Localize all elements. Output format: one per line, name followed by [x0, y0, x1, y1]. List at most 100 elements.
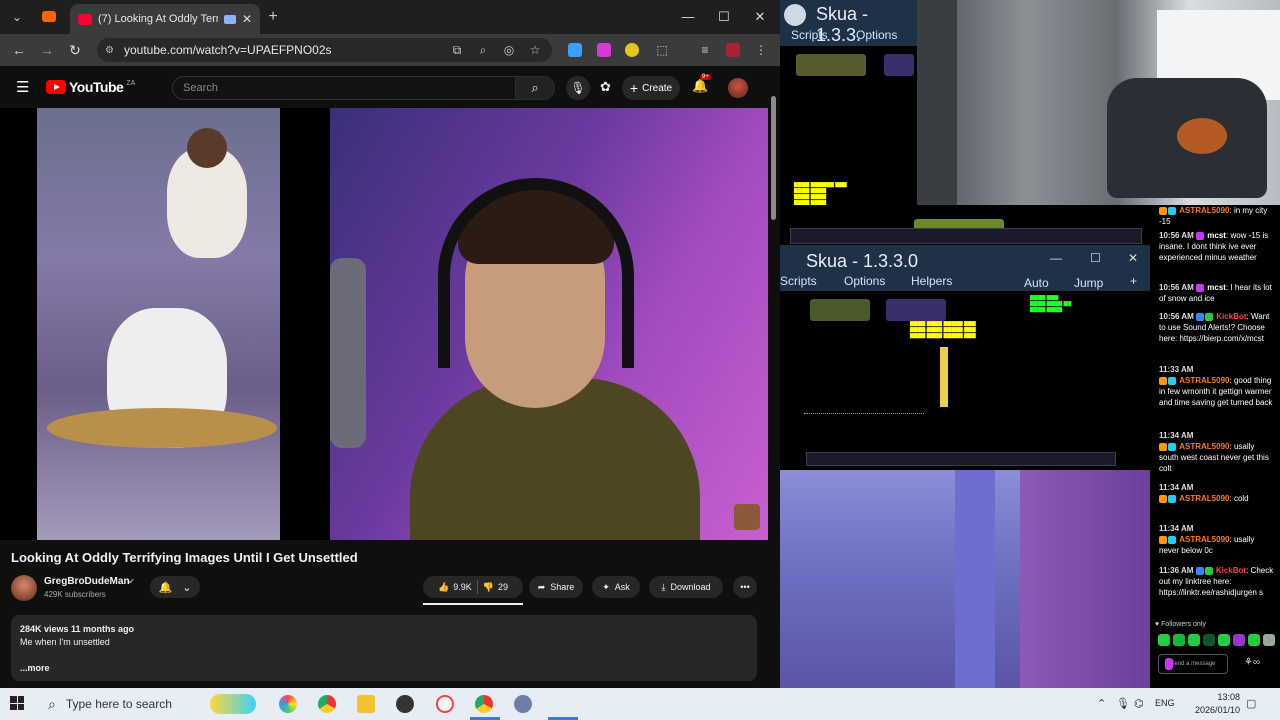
skua-menu-auto[interactable]: Auto — [1024, 276, 1049, 290]
install-app-icon[interactable]: ⧉ — [448, 41, 466, 59]
emote-icon[interactable] — [1203, 634, 1215, 646]
app-icon[interactable] — [436, 695, 454, 713]
more-actions-button[interactable]: ••• — [733, 576, 757, 598]
extension-3-icon[interactable] — [625, 43, 639, 57]
browser-menu-icon[interactable]: ⋮ — [752, 41, 770, 59]
taskbar-search-text: Type here to search — [65, 697, 172, 711]
extension-toolbar-icon[interactable]: ✿ — [600, 79, 611, 95]
bookmark-star-icon[interactable]: ☆ — [526, 41, 544, 59]
video-inset-dancers — [37, 108, 280, 540]
chrome-icon[interactable] — [318, 695, 336, 713]
skua-menu-add[interactable]: + — [1130, 274, 1137, 288]
chat-message: 11:34 AM ASTRAL5090: usally never below … — [1159, 524, 1255, 555]
channel-avatar[interactable] — [11, 575, 37, 601]
youtube-logo[interactable]: YouTube ZA — [46, 79, 135, 95]
windows-start-icon[interactable] — [10, 696, 24, 710]
tracking-protection-icon[interactable]: ◎ — [500, 41, 518, 59]
voice-search-icon[interactable]: 🎙 — [566, 76, 590, 100]
bell-icon: 🔔 — [158, 581, 173, 594]
chat-settings-icon[interactable]: ⚘∞ — [1244, 657, 1260, 668]
skua-close-button[interactable]: ✕ — [1128, 251, 1138, 265]
scrollbar-thumb[interactable] — [771, 96, 776, 220]
search-button[interactable]: ⌕ — [515, 76, 555, 100]
search-input[interactable]: Search — [172, 76, 516, 100]
emote-icon[interactable] — [1188, 634, 1200, 646]
zoom-icon[interactable]: ⌕ — [474, 41, 492, 59]
create-button[interactable]: + Create — [622, 76, 680, 100]
chat-username[interactable]: ASTRAL5090 — [1179, 376, 1229, 385]
emote-icon[interactable] — [1263, 634, 1275, 646]
dislike-button[interactable]: 👎 29 — [483, 582, 508, 593]
profile-icon[interactable] — [726, 43, 740, 57]
emote-icon[interactable] — [1218, 634, 1230, 646]
emote-icon[interactable] — [1173, 634, 1185, 646]
emote-icon[interactable] — [1158, 634, 1170, 646]
tab-close-icon[interactable]: ✕ — [242, 12, 252, 26]
microphone-tray-icon[interactable]: 🎙 — [1116, 697, 1130, 710]
emote-icon[interactable] — [1248, 634, 1260, 646]
extension-1-icon[interactable] — [568, 43, 582, 57]
like-button[interactable]: 👍 9.9K — [438, 582, 472, 593]
plus-icon: + — [629, 80, 639, 96]
channel-name[interactable]: GregBroDudeMan — [44, 576, 130, 587]
clock[interactable]: 13:08 2026/01/10 — [1192, 691, 1240, 717]
extensions-puzzle-icon[interactable]: ⬚ — [653, 41, 671, 59]
extension-2-icon[interactable] — [597, 43, 611, 57]
notifications-bell-icon[interactable]: 🔔 — [692, 78, 708, 94]
inactive-tab-favicon[interactable] — [42, 11, 56, 22]
stream-chat: ASTRAL5090: in my city -15 10:56 AM mcst… — [1150, 205, 1280, 688]
skua-top-menu-options[interactable]: Options — [856, 28, 897, 42]
video-player[interactable] — [0, 108, 768, 540]
skua-menu-jump[interactable]: Jump — [1074, 276, 1103, 290]
input-language[interactable]: ENG — [1155, 698, 1175, 708]
search-highlight-icon[interactable] — [210, 694, 256, 714]
chat-username[interactable]: ASTRAL5090 — [1179, 535, 1229, 544]
skua-minimize-button[interactable]: — — [1050, 251, 1062, 265]
network-icon[interactable]: ⌬ — [1134, 697, 1144, 710]
chat-username[interactable]: mcst — [1207, 283, 1226, 292]
forward-button[interactable]: → — [36, 39, 58, 61]
emote-icon[interactable] — [1233, 634, 1245, 646]
chat-username[interactable]: ASTRAL5090 — [1179, 206, 1229, 215]
channel-watermark[interactable] — [734, 504, 760, 530]
chat-time: 11:33 AM — [1159, 365, 1194, 374]
skua-game-view[interactable]: ▇▇▇▇ ▇▇▇▇ ▇▇▇▇▇ ▇▇▇ ▇▇▇▇ ▇▇▇▇ ▇▇▇▇▇ ▇▇▇ ▇▇… — [780, 291, 1150, 470]
skua-top-menu-scripts[interactable]: Scripts — [791, 28, 828, 42]
hamburger-menu-icon[interactable]: ☰ — [16, 78, 29, 96]
chat-username[interactable]: KickBot — [1216, 566, 1246, 575]
skua-app-icon[interactable] — [514, 695, 532, 713]
chat-badge-icon — [1168, 206, 1176, 215]
chat-username[interactable]: KickBot — [1216, 312, 1246, 321]
subscribed-bell-button[interactable]: 🔔 ⌄ — [150, 576, 200, 598]
file-explorer-icon[interactable] — [357, 695, 375, 713]
minimize-button[interactable]: — — [672, 6, 704, 28]
copilot-icon[interactable] — [279, 695, 297, 713]
share-button[interactable]: ➦ Share — [529, 576, 583, 598]
close-window-button[interactable]: ✕ — [744, 6, 776, 28]
maximize-button[interactable]: ☐ — [708, 6, 740, 28]
skua-menu-options[interactable]: Options — [844, 274, 885, 288]
site-info-icon[interactable]: ⚙ — [105, 45, 114, 56]
back-button[interactable]: ← — [8, 39, 30, 61]
description-box[interactable]: 284K views 11 months ago Me when I'm uns… — [11, 615, 757, 681]
chat-username[interactable]: ASTRAL5090 — [1179, 494, 1229, 503]
obs-icon[interactable] — [396, 695, 414, 713]
skua-maximize-button[interactable]: ☐ — [1090, 251, 1101, 265]
chrome-profile-icon[interactable] — [475, 695, 493, 713]
skua-menu-scripts[interactable]: Scripts — [780, 274, 817, 288]
tab-active[interactable]: (7) Looking At Oddly Terrifyi ✕ — [70, 4, 260, 34]
tray-overflow-icon[interactable]: ⌃ — [1097, 697, 1106, 710]
download-button[interactable]: ⤓ Download — [649, 576, 723, 598]
skua-menu-helpers[interactable]: Helpers — [911, 274, 952, 288]
chat-username[interactable]: ASTRAL5090 — [1179, 442, 1229, 451]
tab-search-button[interactable]: ⌄ — [6, 6, 28, 28]
notification-center-icon[interactable]: ▢ — [1246, 697, 1256, 710]
media-control-icon[interactable]: ≡ — [696, 41, 714, 59]
reload-button[interactable]: ↻ — [64, 39, 86, 61]
ask-button[interactable]: ✦ Ask — [592, 576, 640, 598]
chat-username[interactable]: mcst — [1207, 231, 1226, 240]
new-tab-button[interactable]: + — [262, 6, 284, 28]
show-more-link[interactable]: ...more — [20, 663, 50, 673]
youtube-header: ☰ YouTube ZA Search ⌕ 🎙 ✿ + Create 🔔 9+ — [0, 66, 780, 108]
account-avatar[interactable] — [728, 78, 748, 98]
